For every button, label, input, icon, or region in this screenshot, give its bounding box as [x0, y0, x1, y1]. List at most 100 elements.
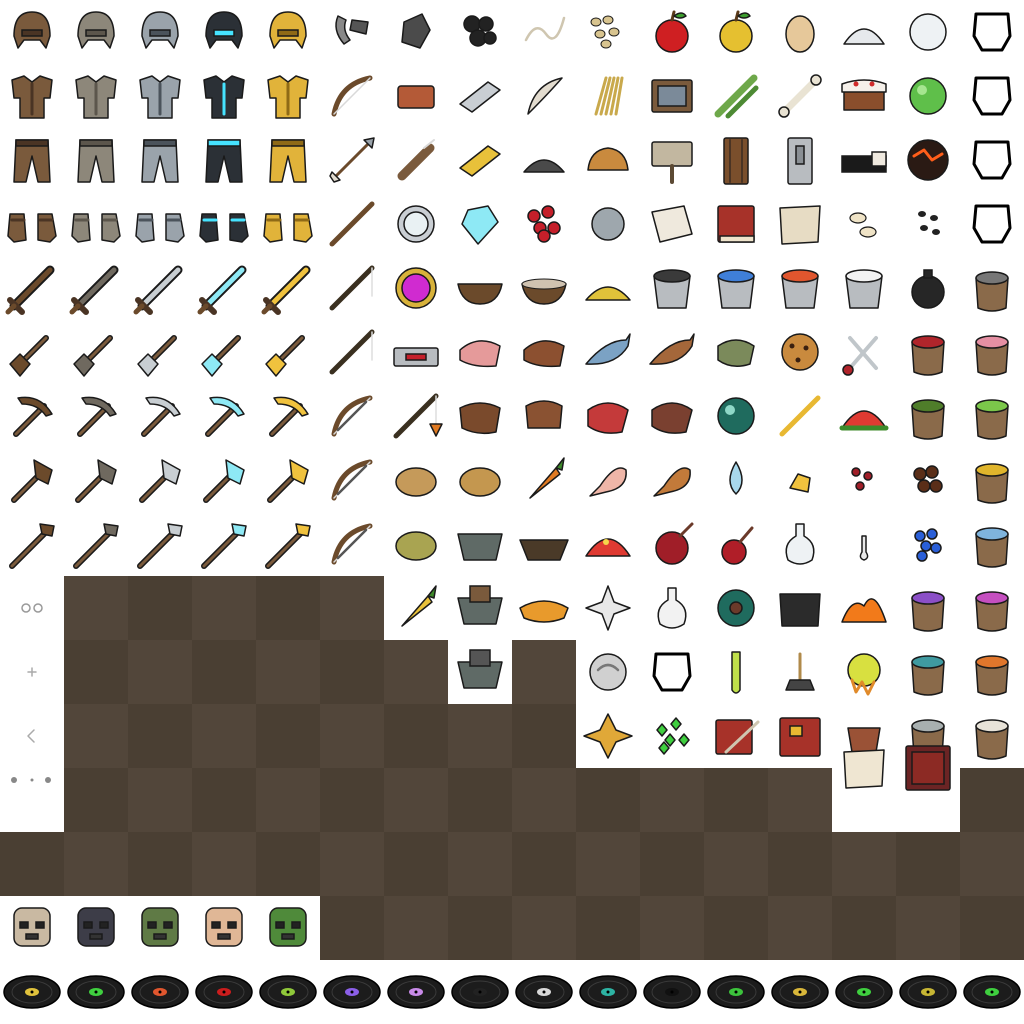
empty-atlas-cell: [704, 768, 768, 832]
brewing-stand-icon-art: [785, 652, 815, 691]
gold-chestplate-icon: [256, 64, 320, 128]
empty-atlas-cell: [320, 832, 384, 896]
sign-icon-art: [651, 141, 693, 184]
seeds-icon-art: [590, 15, 620, 49]
wood-hoe-icon: [0, 512, 64, 576]
compass-icon: [384, 192, 448, 256]
painting-icon-art: [651, 79, 693, 113]
book-and-quill-icon: [704, 704, 768, 768]
empty-atlas-cell: [256, 576, 320, 640]
map-icon: [768, 192, 832, 256]
iron-door-icon: [768, 128, 832, 192]
gold-hoe-icon: [256, 512, 320, 576]
glass-bottle-icon: [640, 576, 704, 640]
empty-atlas-cell: [960, 832, 1024, 896]
leather-tunic-icon-art: [11, 75, 53, 119]
record-chirp-icon: [192, 960, 256, 1024]
wood-pickaxe-icon-art: [13, 396, 53, 437]
gold-helmet-icon-art: [269, 11, 307, 49]
magma-drop-icon: [832, 640, 896, 704]
leather-cap-icon: [0, 0, 64, 64]
melon-slice-icon-art: [839, 410, 889, 431]
skull-steve-icon: [192, 896, 256, 960]
flint-icon: [384, 0, 448, 64]
iron-helmet-icon: [128, 0, 192, 64]
empty-atlas-cell: [384, 896, 448, 960]
egg-icon: [768, 0, 832, 64]
cooked-pork-icon: [512, 320, 576, 384]
iron-shovel-icon-art: [137, 335, 177, 377]
bow-pulling-1-icon: [320, 448, 384, 512]
cauldron-icon: [768, 576, 832, 640]
empty-atlas-cell: [896, 896, 960, 960]
lava-bucket-icon-art: [781, 269, 819, 309]
clay-ball-icon-art: [591, 207, 625, 241]
bow-pulling-0-icon: [320, 384, 384, 448]
item-frame-icon: [896, 736, 960, 800]
record-gold-icon: [896, 960, 960, 1024]
mushroom-stew-icon-art: [521, 278, 567, 305]
empty-atlas-cell: [512, 640, 576, 704]
gold-leggings-icon: [256, 128, 320, 192]
boat-icon-art: [519, 539, 569, 561]
empty-atlas-cell: [640, 768, 704, 832]
record-13-alt-icon-art: [771, 975, 829, 1009]
fire-charge-icon-art: [589, 653, 627, 691]
bed-icon-art: [841, 151, 887, 173]
chain-helmet-icon: [64, 0, 128, 64]
iron-door-icon-art: [787, 137, 813, 185]
wood-door-icon: [704, 128, 768, 192]
blaze-rod-icon-art: [779, 395, 821, 437]
brewing-stand-icon: [768, 640, 832, 704]
cooked-chicken-icon: [640, 448, 704, 512]
skull-zombie-icon-art: [141, 907, 179, 947]
gold-axe-icon-art: [267, 459, 309, 503]
empty-atlas-cell: [128, 640, 192, 704]
brick-icon-art: [397, 85, 435, 109]
iron-boots-icon: [128, 192, 192, 256]
record-mellohi-icon: [384, 960, 448, 1024]
glowstone-dust-icon-art: [585, 286, 631, 301]
bow-pulling-2-icon-art: [331, 523, 373, 565]
golden-apple-icon-art: [719, 10, 753, 53]
wheat-icon-art: [594, 76, 624, 116]
book-icon: [704, 192, 768, 256]
record-11-icon: [640, 960, 704, 1024]
baked-potato-icon: [384, 448, 448, 512]
empty-atlas-cell: [448, 768, 512, 832]
wood-hoe-icon-art: [9, 523, 55, 569]
glistering-melon-icon-art: [585, 538, 631, 557]
diamond-pickaxe-icon-art: [205, 396, 245, 437]
record-blocks-icon: [128, 960, 192, 1024]
dye-light-blue-icon-art: [975, 527, 1009, 568]
empty-atlas-cell: [320, 768, 384, 832]
record-gold-icon-art: [899, 975, 957, 1009]
stone-hoe-icon-art: [73, 523, 119, 569]
iron-axe-icon-art: [139, 459, 181, 503]
nether-quartz-icon: [576, 704, 640, 768]
carrot-on-stick-icon: [384, 384, 448, 448]
diamond-leggings-icon-art: [205, 139, 243, 183]
empty-atlas-cell: [576, 768, 640, 832]
steak-icon: [640, 384, 704, 448]
empty-atlas-cell: [704, 896, 768, 960]
empty-atlas-cell: [256, 768, 320, 832]
storage-minecart-icon-art: [457, 585, 503, 625]
empty-atlas-cell: [320, 896, 384, 960]
repeater-icon-art: [393, 347, 439, 367]
coal-icon: [448, 0, 512, 64]
nether-wart-icon: [832, 448, 896, 512]
gold-boots-icon: [256, 192, 320, 256]
record-wait-icon-art: [707, 975, 765, 1009]
quiver-icon-art: [397, 139, 435, 181]
skull-wither-icon-art: [77, 907, 115, 947]
empty-atlas-cell: [320, 640, 384, 704]
bread-icon-art: [587, 147, 629, 171]
empty-atlas-cell: [512, 832, 576, 896]
bow-icon: [320, 64, 384, 128]
water-bucket-icon: [704, 256, 768, 320]
empty-atlas-cell: [128, 832, 192, 896]
empty-atlas-cell: [128, 768, 192, 832]
empty-atlas-cell: [128, 576, 192, 640]
blaze-powder-icon-art: [841, 598, 887, 623]
